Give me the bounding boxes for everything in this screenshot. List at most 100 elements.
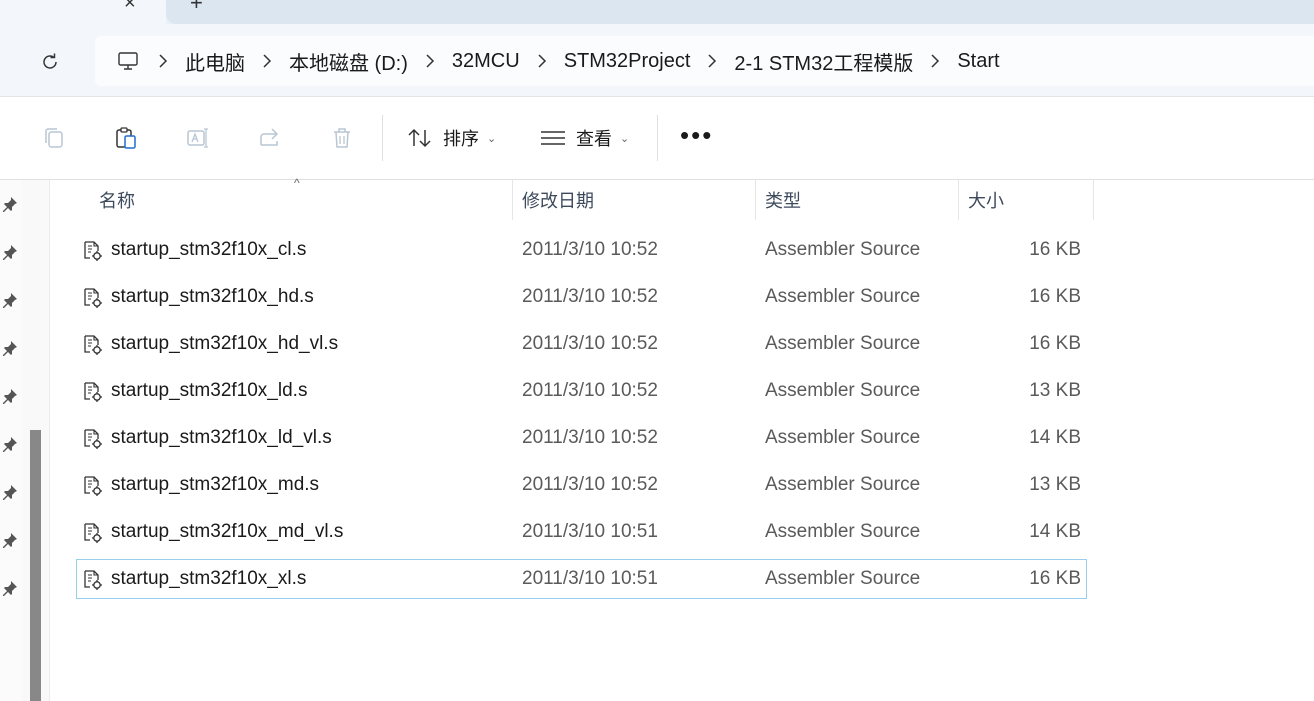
file-row[interactable]: startup_stm32f10x_cl.s 2011/3/10 10:52 Ass… <box>76 230 1087 270</box>
assembler-file-icon <box>82 569 104 591</box>
view-label: 查看 <box>576 129 612 149</box>
chevron-right-icon[interactable] <box>913 54 957 68</box>
sort-button[interactable]: 排序 ⌄ <box>407 121 496 155</box>
tab-strip-empty: + <box>166 0 1314 24</box>
chevron-right-icon[interactable] <box>245 54 289 68</box>
file-row[interactable]: startup_stm32f10x_hd.s 2011/3/10 10:52 Ass… <box>76 277 1087 317</box>
tab-strip: × + <box>0 0 1314 24</box>
toolbar-divider <box>382 115 383 161</box>
assembler-file-icon <box>82 381 104 403</box>
rename-icon <box>187 128 208 148</box>
chevron-right-icon[interactable] <box>408 54 452 68</box>
delete-button[interactable] <box>327 123 357 153</box>
sort-ascending-icon: ^ <box>294 176 300 190</box>
file-size: 16 KB <box>1029 568 1081 589</box>
column-header-size[interactable]: 大小 <box>968 180 1004 220</box>
pin-icon[interactable] <box>1 435 19 453</box>
pin-icon[interactable] <box>1 339 19 357</box>
column-divider[interactable] <box>1093 180 1094 220</box>
file-date: 2011/3/10 10:52 <box>522 333 658 354</box>
more-options-button[interactable]: ••• <box>680 122 713 148</box>
breadcrumb-item[interactable]: 此电脑 <box>185 47 245 76</box>
column-header-name[interactable]: 名称 <box>99 180 135 220</box>
share-icon <box>260 128 279 146</box>
column-header-type[interactable]: 类型 <box>765 180 801 220</box>
file-date: 2011/3/10 10:51 <box>522 521 658 542</box>
breadcrumb-item[interactable]: 32MCU <box>452 50 520 73</box>
file-type: Assembler Source <box>765 521 921 542</box>
breadcrumb-item[interactable]: 本地磁盘 (D:) <box>289 47 408 76</box>
file-name: startup_stm32f10x_md.s <box>111 474 320 495</box>
file-size: 16 KB <box>1029 286 1081 307</box>
close-icon[interactable]: × <box>124 0 136 15</box>
file-date: 2011/3/10 10:52 <box>522 380 658 401</box>
file-name: startup_stm32f10x_ld.s <box>111 380 308 401</box>
file-size: 14 KB <box>1029 427 1081 448</box>
file-size: 13 KB <box>1029 474 1081 495</box>
pin-icon[interactable] <box>1 243 19 261</box>
refresh-icon <box>43 53 57 69</box>
breadcrumb-item[interactable]: 2-1 STM32工程模版 <box>734 47 913 76</box>
chevron-down-icon: ⌄ <box>620 132 630 145</box>
copy-icon <box>45 128 63 148</box>
file-name: startup_stm32f10x_cl.s <box>111 239 307 260</box>
file-size: 14 KB <box>1029 521 1081 542</box>
file-name: startup_stm32f10x_ld_vl.s <box>111 427 332 448</box>
paste-button[interactable] <box>111 123 141 153</box>
rename-button[interactable] <box>183 123 213 153</box>
navigation-scroll-thumb[interactable] <box>30 430 41 701</box>
sort-label: 排序 <box>443 129 479 149</box>
pin-icon[interactable] <box>1 483 19 501</box>
active-tab[interactable]: × <box>0 0 166 24</box>
copy-button[interactable] <box>39 123 69 153</box>
file-row[interactable]: startup_stm32f10x_md.s 2011/3/10 10:52 Ass… <box>76 465 1087 505</box>
file-size: 13 KB <box>1029 380 1081 401</box>
pin-icon[interactable] <box>1 195 19 213</box>
file-type: Assembler Source <box>765 333 921 354</box>
breadcrumb-item[interactable]: STM32Project <box>564 50 691 73</box>
file-date: 2011/3/10 10:52 <box>522 474 658 495</box>
address-row: 此电脑 本地磁盘 (D:) 32MCU STM32Project 2-1 STM32工程… <box>0 24 1314 96</box>
file-type: Assembler Source <box>765 286 921 307</box>
chevron-down-icon: ⌄ <box>487 132 497 145</box>
chevron-right-icon[interactable] <box>520 54 564 68</box>
assembler-file-icon <box>82 240 104 262</box>
computer-icon[interactable] <box>115 48 141 74</box>
file-name: startup_stm32f10x_hd_vl.s <box>111 333 339 354</box>
column-divider[interactable] <box>512 180 513 220</box>
paste-icon <box>116 127 136 149</box>
share-button[interactable] <box>255 123 285 153</box>
toolbar-divider <box>657 115 658 161</box>
chevron-right-icon[interactable] <box>690 54 734 68</box>
pin-icon[interactable] <box>1 291 19 309</box>
file-type: Assembler Source <box>765 568 921 589</box>
column-header-date[interactable]: 修改日期 <box>522 180 594 220</box>
file-row[interactable]: startup_stm32f10x_hd_vl.s 2011/3/10 10:52… <box>76 324 1087 364</box>
pin-icon[interactable] <box>1 387 19 405</box>
assembler-file-icon <box>82 334 104 356</box>
assembler-file-icon <box>82 522 104 544</box>
file-size: 16 KB <box>1029 333 1081 354</box>
assembler-file-icon <box>82 428 104 450</box>
file-row[interactable]: startup_stm32f10x_ld_vl.s 2011/3/10 10:52… <box>76 418 1087 458</box>
refresh-button[interactable] <box>36 48 64 76</box>
breadcrumb-item[interactable]: Start <box>957 50 999 73</box>
file-row[interactable]: startup_stm32f10x_xl.s 2011/3/10 10:51 Ass… <box>76 559 1087 599</box>
file-type: Assembler Source <box>765 474 921 495</box>
file-row[interactable]: startup_stm32f10x_md_vl.s 2011/3/10 10:51… <box>76 512 1087 552</box>
column-divider[interactable] <box>755 180 756 220</box>
address-bar[interactable]: 此电脑 本地磁盘 (D:) 32MCU STM32Project 2-1 STM32工程… <box>95 36 1314 86</box>
file-date: 2011/3/10 10:51 <box>522 568 658 589</box>
file-date: 2011/3/10 10:52 <box>522 427 658 448</box>
assembler-file-icon <box>82 475 104 497</box>
pin-icon[interactable] <box>1 531 19 549</box>
file-row[interactable]: startup_stm32f10x_ld.s 2011/3/10 10:52 Ass… <box>76 371 1087 411</box>
new-tab-button[interactable]: + <box>190 0 203 16</box>
view-button[interactable]: 查看 ⌄ <box>540 121 629 155</box>
chevron-right-icon[interactable] <box>141 54 185 68</box>
pin-icon[interactable] <box>1 579 19 597</box>
file-type: Assembler Source <box>765 427 921 448</box>
file-size: 16 KB <box>1029 239 1081 260</box>
file-date: 2011/3/10 10:52 <box>522 286 658 307</box>
column-divider[interactable] <box>958 180 959 220</box>
